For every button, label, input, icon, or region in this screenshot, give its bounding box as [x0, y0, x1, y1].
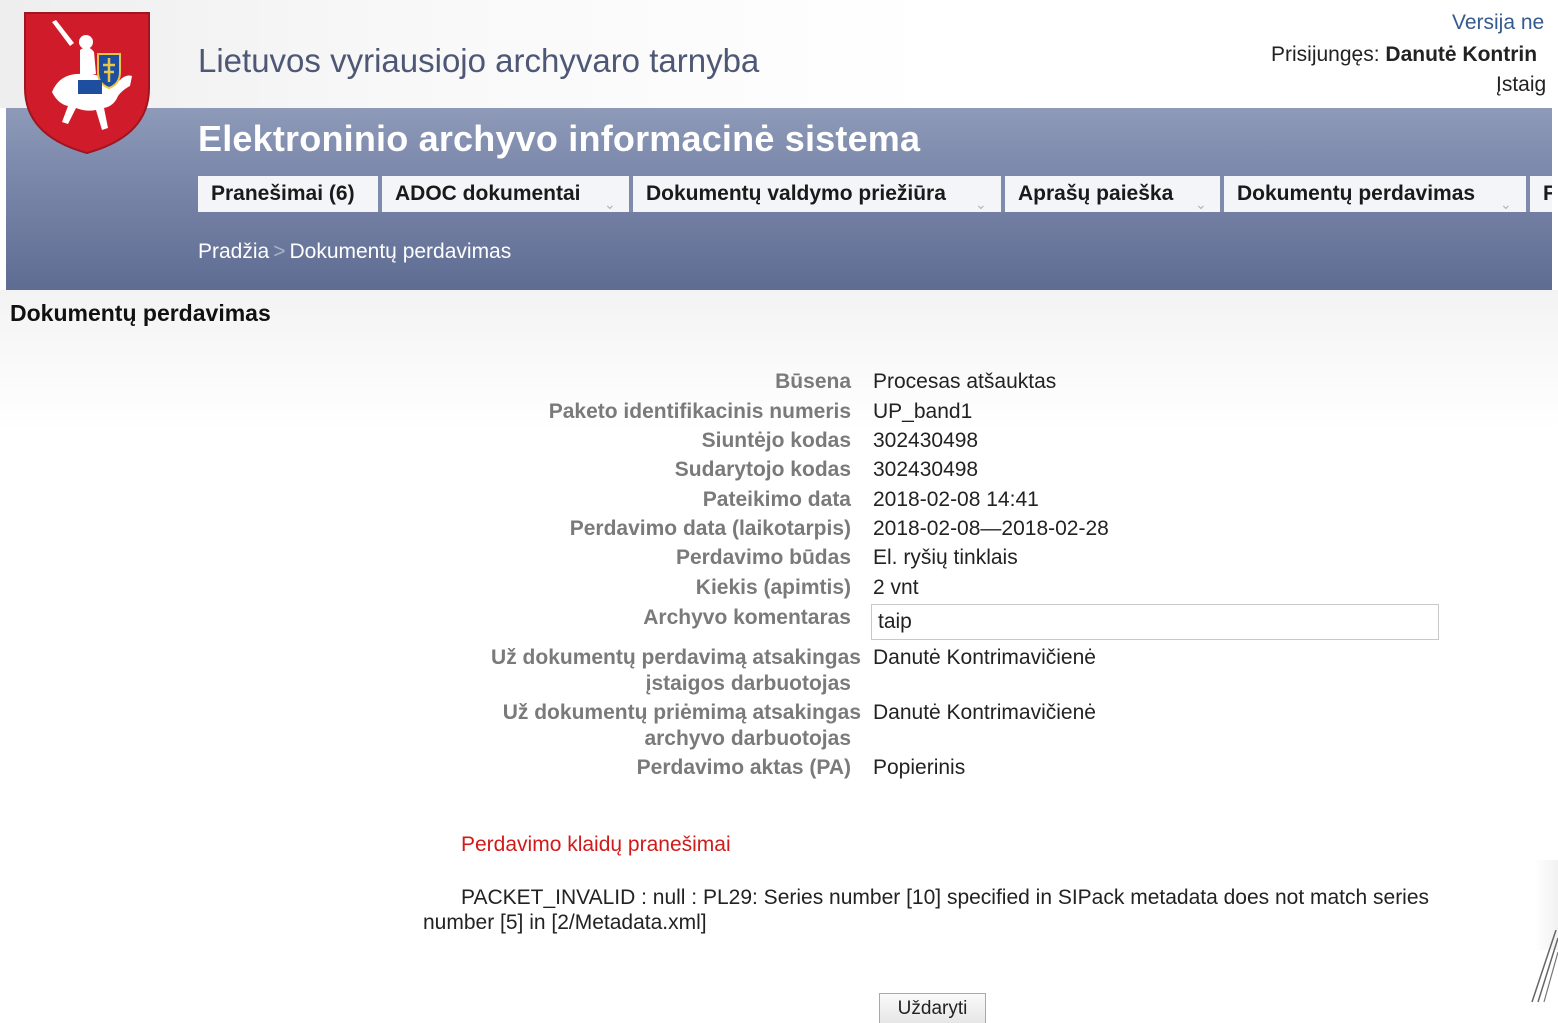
creator-code-value: 302430498: [873, 458, 979, 481]
transfer-responsible-value: Danutė Kontrimavičienė: [873, 646, 1096, 669]
package-id-label: Paketo identifikacinis numeris: [548, 400, 851, 423]
decorative-lines: [1531, 930, 1558, 1003]
package-id-value: UP_band1: [873, 400, 973, 423]
receipt-responsible-value: Danutė Kontrimavičienė: [873, 701, 1096, 724]
login-user[interactable]: Danutė Kontrin: [1385, 43, 1537, 66]
page: Lietuvos vyriausiojo archyvaro tarnyba E…: [0, 0, 1558, 1023]
transfer-period-value: 2018-02-08—2018-02-28: [873, 517, 1109, 540]
login-label: Prisijungęs:: [1271, 43, 1380, 66]
nav-item-adoc-documents[interactable]: ADOC dokumentai ⌄: [382, 176, 633, 212]
creator-code-label: Sudarytojo kodas: [674, 458, 851, 481]
nav-item-more[interactable]: F: [1530, 176, 1552, 212]
login-info: Prisijungęs: Danutė Kontrin: [1271, 43, 1537, 67]
error-message: PACKET_INVALID : null : PL29: Series num…: [423, 886, 1430, 934]
status-label: Būsena: [775, 370, 851, 393]
system-title: Elektroninio archyvo informacinė sistema: [198, 118, 921, 159]
transfer-act-label: Perdavimo aktas (PA): [636, 756, 851, 779]
errors-heading: Perdavimo klaidų pranešimai: [461, 833, 731, 856]
institution-label: Įstaig: [1496, 73, 1547, 96]
breadcrumb-separator: >: [273, 240, 286, 263]
quantity-value: 2 vnt: [873, 576, 919, 599]
chevron-down-icon: ⌄: [1500, 196, 1512, 212]
quantity-label: Kiekis (apimtis): [695, 576, 851, 599]
breadcrumb-current: Dokumentų perdavimas: [289, 240, 512, 263]
archive-comment-input[interactable]: [871, 604, 1439, 640]
transfer-responsible-label: Už dokumentų perdavimą atsakingas įstaig…: [491, 645, 861, 697]
main-nav: Pranešimai (6) ADOC dokumentai ⌄ Dokumen…: [198, 176, 1552, 212]
nav-item-label: ADOC dokumentai: [395, 182, 581, 205]
nav-item-document-management[interactable]: Dokumentų valdymo priežiūra ⌄: [633, 176, 1005, 212]
transfer-act-value: Popierinis: [873, 756, 966, 779]
receipt-responsible-label-line2: archyvo darbuotojas: [644, 727, 851, 750]
nav-item-document-transfer[interactable]: Dokumentų perdavimas ⌄: [1224, 176, 1530, 212]
close-button[interactable]: Uždaryti: [879, 993, 986, 1023]
version-link[interactable]: Versija ne: [1452, 11, 1544, 35]
nav-item-description-search[interactable]: Aprašų paieška ⌄: [1005, 176, 1224, 212]
receipt-responsible-label: Už dokumentų priėmimą atsakingas archyvo…: [503, 700, 861, 752]
chevron-down-icon: ⌄: [604, 196, 616, 212]
chevron-down-icon: ⌄: [975, 196, 987, 212]
nav-item-label: Dokumentų valdymo priežiūra: [646, 182, 946, 205]
nav-item-notifications[interactable]: Pranešimai (6): [198, 176, 382, 212]
archive-comment-label: Archyvo komentaras: [643, 606, 851, 629]
chevron-down-icon: ⌄: [1195, 196, 1207, 212]
submission-date-label: Pateikimo data: [702, 488, 851, 511]
transfer-responsible-label-line1: Už dokumentų perdavimą atsakingas: [491, 646, 861, 669]
agency-name: Lietuvos vyriausiojo archyvaro tarnyba: [198, 42, 760, 79]
breadcrumb: Pradžia > Dokumentų perdavimas: [198, 240, 511, 264]
nav-item-label: Pranešimai (6): [211, 182, 355, 205]
nav-item-label: F: [1543, 182, 1552, 205]
page-title: Dokumentų perdavimas: [10, 300, 271, 326]
transfer-method-value: El. ryšių tinklais: [873, 546, 1018, 569]
submission-date-value: 2018-02-08 14:41: [873, 488, 1039, 511]
sender-code-label: Siuntėjo kodas: [701, 429, 851, 452]
transfer-responsible-label-line2: įstaigos darbuotojas: [645, 672, 851, 695]
breadcrumb-home[interactable]: Pradžia: [198, 240, 269, 263]
nav-item-label: Dokumentų perdavimas: [1237, 182, 1476, 205]
status-value: Procesas atšauktas: [873, 370, 1057, 393]
coat-of-arms-icon[interactable]: [22, 10, 152, 156]
transfer-period-label: Perdavimo data (laikotarpis): [569, 517, 851, 540]
sender-code-value: 302430498: [873, 429, 979, 452]
receipt-responsible-label-line1: Už dokumentų priėmimą atsakingas: [502, 701, 861, 724]
transfer-method-label: Perdavimo būdas: [675, 546, 851, 569]
nav-item-label: Aprašų paieška: [1018, 182, 1174, 205]
